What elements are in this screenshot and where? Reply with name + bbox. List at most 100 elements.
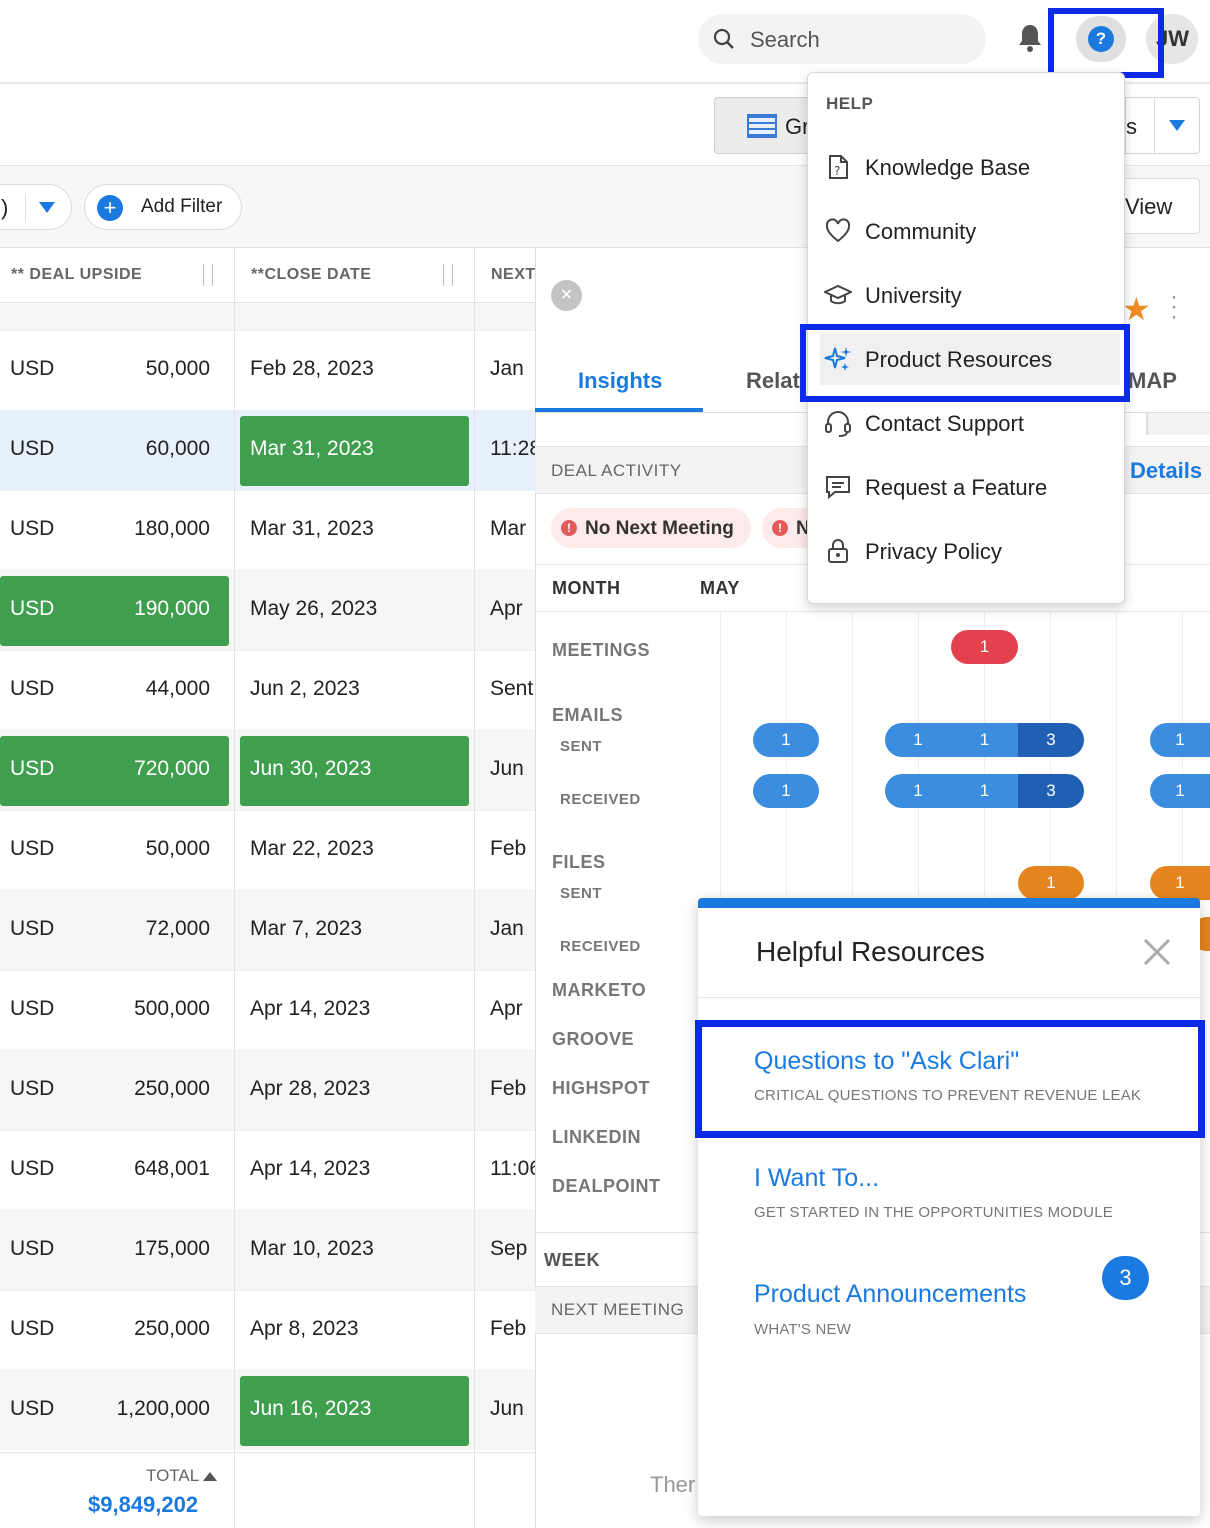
amount-cell: 1,200,000 [116, 1397, 210, 1420]
currency-cell: USD [10, 1397, 55, 1420]
column-resize-handle[interactable] [203, 264, 213, 286]
ask-clari-highlight [695, 1020, 1205, 1138]
email-received-group[interactable]: 1 1 3 [885, 774, 1084, 808]
email-sent-bubble[interactable]: 1 [753, 723, 819, 757]
col-header-next[interactable]: NEXT [491, 248, 536, 303]
table-row[interactable]: USD 250,000 Apr 8, 2023 Feb [0, 1290, 535, 1370]
table-row[interactable]: USD 175,000 Mar 10, 2023 Sep [0, 1210, 535, 1290]
tab-insights[interactable]: Insights [578, 368, 662, 394]
deal-activity-title: DEAL ACTIVITY [551, 461, 682, 480]
view-button[interactable]: View [1124, 178, 1200, 234]
close-icon[interactable] [1141, 936, 1173, 968]
files-sent-bubble[interactable]: 1 [1018, 866, 1084, 900]
email-sent-group[interactable]: 1 1 3 [885, 723, 1084, 757]
empty-state-text: Ther [650, 1472, 696, 1497]
email-sent-bubble[interactable]: 1 [1150, 723, 1210, 757]
currency-cell: USD [10, 837, 55, 860]
close-date-cell: Feb 28, 2023 [250, 357, 374, 380]
document-question-icon: ? [829, 155, 848, 179]
col-header-close-date[interactable]: **CLOSE DATE [251, 248, 371, 303]
filter-pill[interactable]: ) [0, 184, 72, 230]
month-label: MONTH [552, 578, 621, 598]
table-row[interactable]: USD 72,000 Mar 7, 2023 Jan [0, 890, 535, 970]
next-step-cell: Mar [490, 517, 527, 540]
headset-icon [825, 411, 851, 437]
search-placeholder: Search [750, 27, 820, 52]
scrollbar[interactable] [1146, 413, 1210, 435]
email-sent-bubble: 1 [885, 723, 951, 757]
meeting-count-bubble[interactable]: 1 [951, 630, 1018, 664]
next-step-cell: Apr [490, 997, 523, 1020]
table-row[interactable]: USD 44,000 Jun 2, 2023 Sent [0, 650, 535, 730]
currency-cell: USD [10, 517, 55, 540]
close-date-cell: Apr 8, 2023 [250, 1317, 359, 1340]
close-date-cell: Mar 31, 2023 [250, 517, 374, 540]
groove-label: GROOVE [552, 1029, 635, 1049]
currency-cell: USD [10, 437, 55, 460]
next-step-cell: Jun [490, 757, 524, 780]
details-link[interactable]: Details [1130, 458, 1202, 484]
close-panel-button[interactable]: × [551, 280, 582, 311]
heart-icon [825, 218, 851, 243]
email-received-bubble[interactable]: 1 [753, 774, 819, 808]
table-row[interactable]: USD 60,000 Mar 31, 2023 11:28 [0, 410, 541, 490]
search-input[interactable]: Search [698, 14, 986, 64]
emails-received-label: RECEIVED [560, 791, 641, 808]
table-row[interactable]: USD 50,000 Feb 28, 2023 Jan [0, 330, 535, 410]
grid-icon [747, 114, 777, 138]
search-icon [713, 28, 734, 49]
email-received-bubble[interactable]: 1 [1150, 774, 1210, 808]
resource-link-product-announcements[interactable]: Product Announcements [754, 1280, 1026, 1309]
table-row[interactable]: USD 50,000 Mar 22, 2023 Feb [0, 810, 535, 890]
view-dropdown[interactable]: s [1125, 97, 1200, 155]
announcements-count-badge: 3 [1102, 1256, 1149, 1300]
currency-cell: USD [10, 1237, 55, 1260]
col-header-deal-upside[interactable]: ** DEAL UPSIDE [11, 248, 142, 303]
highspot-label: HIGHSPOT [552, 1078, 651, 1098]
resource-link-i-want-to[interactable]: I Want To... [754, 1164, 879, 1193]
next-step-cell: Feb [490, 1317, 527, 1340]
currency-cell: USD [10, 1317, 55, 1340]
files-sent-bubble[interactable]: 1 [1150, 866, 1210, 900]
currency-cell: USD [10, 917, 55, 940]
star-icon[interactable]: ★ [1122, 290, 1151, 328]
tab-relationships[interactable]: Relati [746, 368, 806, 394]
amount-cell: 648,001 [134, 1157, 210, 1180]
menu-item-community[interactable]: Community [820, 205, 1120, 257]
table-row[interactable]: USD 1,200,000 Jun 16, 2023 Jun [0, 1370, 535, 1450]
add-filter-button[interactable]: + Add Filter [84, 184, 242, 230]
currency-cell: USD [10, 757, 55, 780]
active-tab-indicator [535, 408, 703, 412]
bell-icon[interactable] [1016, 22, 1044, 54]
amount-cell: 175,000 [134, 1237, 210, 1260]
linkedin-label: LINKEDIN [552, 1127, 641, 1147]
close-date-cell: Mar 10, 2023 [250, 1237, 374, 1260]
marketo-label: MARKETO [552, 980, 647, 1000]
product-resources-highlight [800, 324, 1130, 402]
column-resize-handle[interactable] [443, 264, 453, 286]
sort-up-icon [203, 1472, 218, 1482]
total-label[interactable]: TOTAL [146, 1466, 218, 1486]
more-options-icon[interactable]: · · · [1170, 285, 1178, 329]
menu-item-knowledge-base[interactable]: ? Knowledge Base [820, 141, 1120, 193]
table-row[interactable]: USD 190,000 May 26, 2023 Apr [0, 570, 535, 650]
menu-item-university[interactable]: University [820, 269, 1120, 321]
amount-cell: 50,000 [145, 357, 210, 380]
tab-map[interactable]: MAP [1128, 368, 1177, 394]
plus-icon: + [97, 195, 123, 221]
email-received-bubble: 3 [1018, 774, 1084, 808]
menu-item-privacy-policy[interactable]: Privacy Policy [820, 525, 1120, 577]
resource-subtitle: GET STARTED IN THE OPPORTUNITIES MODULE [754, 1204, 1113, 1221]
table-row[interactable]: USD 180,000 Mar 31, 2023 Mar [0, 490, 535, 570]
table-row[interactable]: USD 500,000 Apr 14, 2023 Apr [0, 970, 535, 1050]
table-row[interactable]: USD 648,001 Apr 14, 2023 11:06 [0, 1130, 541, 1210]
chevron-down-icon [1169, 120, 1185, 131]
next-step-cell: Sep [490, 1237, 528, 1260]
next-step-cell: 11:06 [490, 1157, 541, 1180]
table-row[interactable]: USD 720,000 Jun 30, 2023 Jun [0, 730, 535, 810]
next-step-cell: Feb [490, 1077, 527, 1100]
table-row[interactable]: USD 250,000 Apr 28, 2023 Feb [0, 1050, 535, 1130]
menu-item-contact-support[interactable]: Contact Support [820, 397, 1120, 449]
menu-item-request-feature[interactable]: Request a Feature [820, 461, 1120, 513]
amount-cell: 72,000 [145, 917, 210, 940]
